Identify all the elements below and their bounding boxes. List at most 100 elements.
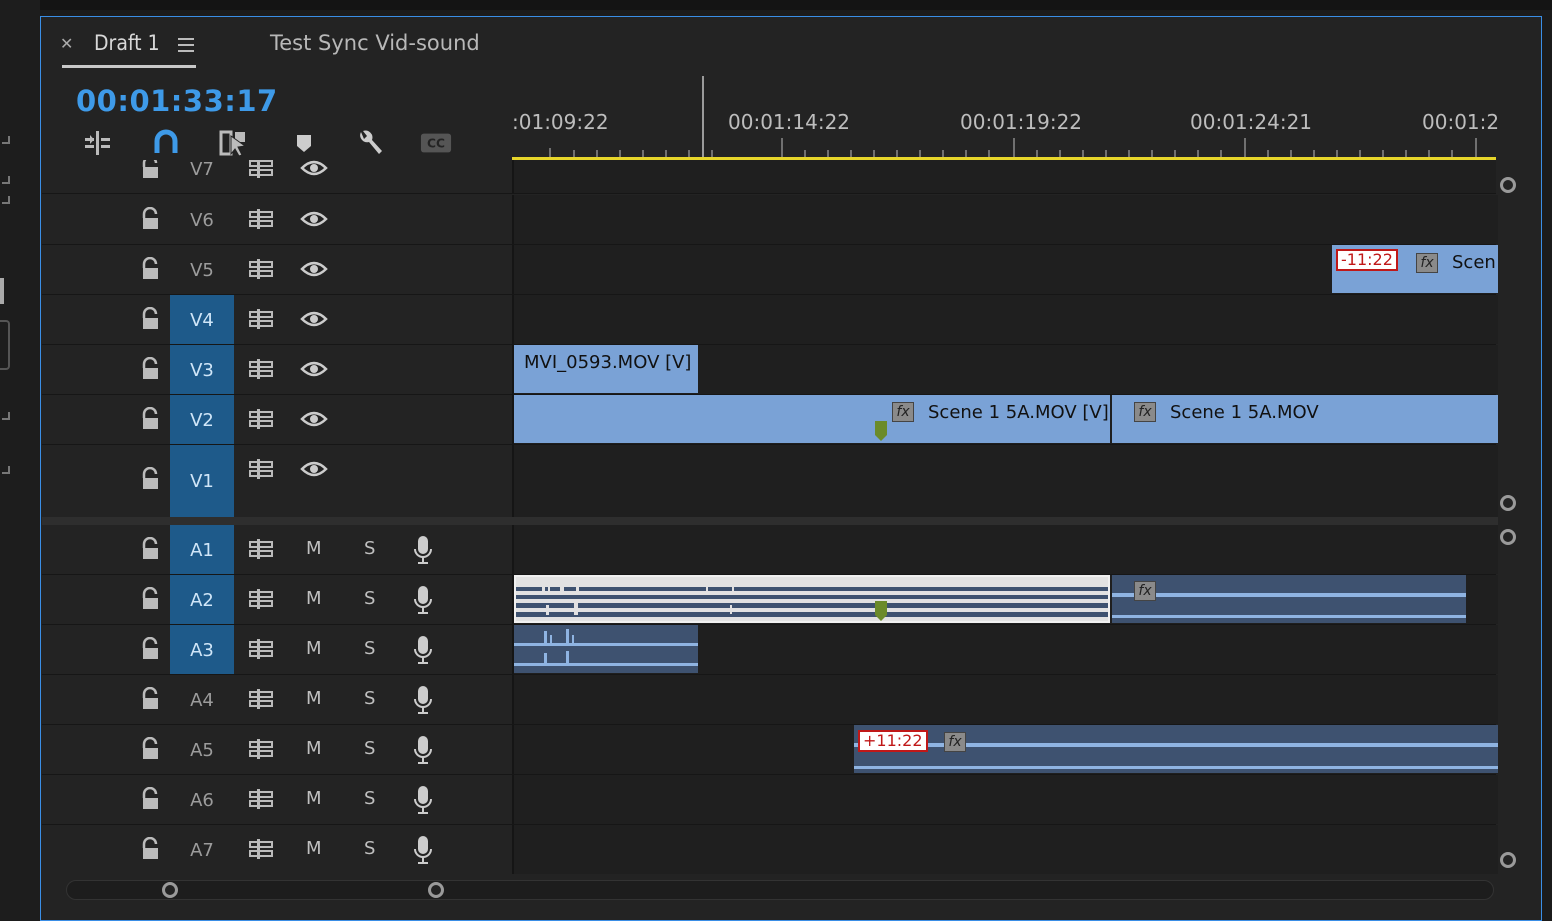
vertical-scrollbar[interactable] [1498,168,1518,870]
microphone-icon[interactable] [414,735,432,765]
track-name[interactable]: V1 [170,445,234,517]
microphone-icon[interactable] [414,785,432,815]
track-lane[interactable] [512,160,1496,193]
microphone-icon[interactable] [414,585,432,615]
wrench-icon[interactable] [354,128,386,158]
track-lane[interactable] [512,625,1498,674]
eye-icon[interactable] [300,209,328,229]
mute-button[interactable]: M [306,738,322,759]
lock-icon[interactable] [140,537,162,561]
sync-lock-icon[interactable] [248,309,274,329]
lock-icon[interactable] [140,837,162,861]
sync-lock-icon[interactable] [248,639,274,659]
track-name[interactable]: V2 [170,395,234,445]
insert-overwrite-icon[interactable] [82,128,114,158]
mute-button[interactable]: M [306,688,322,709]
lock-icon[interactable] [140,737,162,761]
track-name[interactable]: A4 [170,675,234,725]
track-lane[interactable] [512,195,1498,244]
sync-lock-icon[interactable] [248,259,274,279]
lock-icon[interactable] [140,787,162,811]
track-name[interactable]: A7 [170,825,234,875]
sync-lock-icon[interactable] [248,589,274,609]
track-name[interactable]: V6 [170,195,234,245]
sync-lock-icon[interactable] [248,839,274,859]
lock-icon[interactable] [140,207,162,231]
track-name[interactable]: A5 [170,725,234,775]
snap-icon[interactable] [150,128,182,158]
solo-button[interactable]: S [364,738,375,759]
lock-icon[interactable] [140,467,162,491]
lock-icon[interactable] [140,587,162,611]
track-name[interactable]: V4 [170,295,234,345]
playhead[interactable] [702,76,704,158]
sync-lock-icon[interactable] [248,789,274,809]
sync-lock-icon[interactable] [248,209,274,229]
lock-icon[interactable] [140,407,162,431]
video-clip-scene[interactable]: -11:22 fx Scen [1332,245,1498,293]
tab-test-sync[interactable]: Test Sync Vid-sound [270,31,480,55]
audio-clip-selected[interactable] [514,575,1110,623]
audio-scroll-handle-top[interactable] [1500,529,1516,545]
track-lane[interactable]: MVI_0593.MOV [V] [512,345,1498,394]
lock-icon[interactable] [140,687,162,711]
linked-selection-icon[interactable] [218,128,250,158]
sync-lock-icon[interactable] [248,539,274,559]
eye-icon[interactable] [300,309,328,329]
track-lane[interactable] [512,525,1498,574]
lock-icon[interactable] [140,160,162,180]
sync-lock-icon[interactable] [248,739,274,759]
sync-lock-icon[interactable] [248,459,274,479]
track-lane[interactable]: -11:22 fx Scen [512,245,1498,294]
track-name[interactable]: A6 [170,775,234,825]
microphone-icon[interactable] [414,635,432,665]
track-name[interactable]: V5 [170,245,234,295]
horizontal-zoom-scrollbar[interactable] [66,880,1494,900]
track-lane[interactable]: fx [512,575,1498,624]
video-scroll-handle-top[interactable] [1500,177,1516,193]
audio-clip-mvi-0593[interactable] [514,625,698,673]
video-clip-scene-1-5a-2[interactable]: fx Scene 1 5A.MOV [1112,395,1498,443]
eye-icon[interactable] [300,160,328,178]
add-marker-icon[interactable] [288,128,320,158]
mute-button[interactable]: M [306,838,322,859]
track-lane[interactable] [512,675,1498,724]
solo-button[interactable]: S [364,588,375,609]
captions-icon[interactable]: CC [420,128,452,158]
eye-icon[interactable] [300,459,328,479]
track-lane[interactable] [512,295,1498,344]
track-name[interactable]: A1 [170,525,234,575]
clip-marker-icon[interactable] [875,421,887,441]
audio-scroll-handle-bottom[interactable] [1500,852,1516,868]
zoom-handle-left[interactable] [162,882,178,898]
zoom-handle-right[interactable] [428,882,444,898]
solo-button[interactable]: S [364,788,375,809]
solo-button[interactable]: S [364,638,375,659]
tab-menu-icon[interactable] [178,38,194,52]
audio-clip-synced[interactable]: +11:22 fx [854,725,1498,773]
tab-draft-1[interactable]: Draft 1 [94,31,160,55]
eye-icon[interactable] [300,259,328,279]
mute-button[interactable]: M [306,538,322,559]
lock-icon[interactable] [140,307,162,331]
solo-button[interactable]: S [364,688,375,709]
mute-button[interactable]: M [306,788,322,809]
audio-clip-scene-1-5a[interactable]: fx [1112,575,1466,623]
track-name[interactable]: V7 [170,160,234,194]
eye-icon[interactable] [300,409,328,429]
solo-button[interactable]: S [364,538,375,559]
track-lane[interactable] [512,775,1498,824]
microphone-icon[interactable] [414,535,432,565]
lock-icon[interactable] [140,257,162,281]
microphone-icon[interactable] [414,685,432,715]
sync-lock-icon[interactable] [248,409,274,429]
video-clip-mvi-0593[interactable]: MVI_0593.MOV [V] [514,345,698,393]
time-ruler[interactable]: :01:09:22 00:01:14:22 00:01:19:22 00:01:… [512,76,1498,162]
track-name[interactable]: A3 [170,625,234,675]
track-lane[interactable] [512,445,1498,517]
sync-lock-icon[interactable] [248,160,274,178]
solo-button[interactable]: S [364,838,375,859]
track-name[interactable]: A2 [170,575,234,625]
eye-icon[interactable] [300,359,328,379]
sync-lock-icon[interactable] [248,689,274,709]
